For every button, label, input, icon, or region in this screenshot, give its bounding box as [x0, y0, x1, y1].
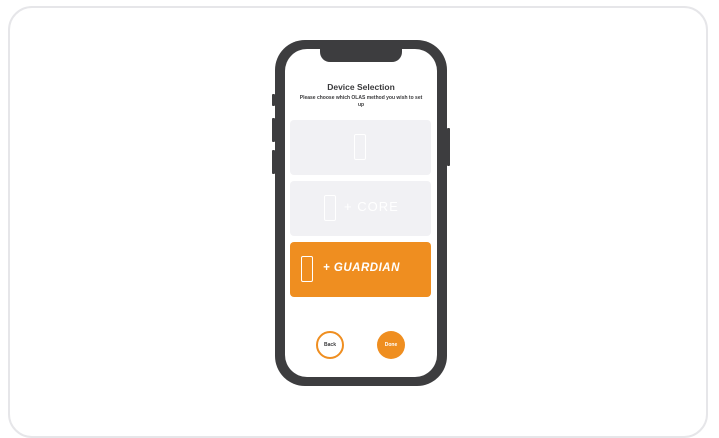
option-label: + GUARDIAN [323, 262, 400, 274]
power-button [447, 128, 450, 166]
option-label: + CORE [344, 199, 399, 214]
mute-switch [272, 94, 275, 106]
volume-up-button [272, 118, 275, 142]
phone-screen: Device Selection Please choose which OLA… [285, 49, 437, 377]
phone-outline-icon [324, 195, 336, 221]
phone-outline-icon [354, 134, 366, 160]
page-subtitle: Please choose which OLAS method you wish… [299, 95, 423, 108]
phone-outline-icon [301, 256, 313, 282]
back-button[interactable]: Back [316, 331, 344, 359]
phone-mockup: Device Selection Please choose which OLA… [272, 40, 450, 386]
page-title: Device Selection [327, 82, 395, 92]
option-phone-guardian[interactable]: + GUARDIAN [290, 242, 431, 297]
phone-notch [320, 49, 402, 62]
option-phone-core[interactable]: + CORE [290, 181, 431, 236]
done-button[interactable]: Done [377, 331, 405, 359]
option-phone-only[interactable] [290, 120, 431, 175]
volume-down-button [272, 150, 275, 174]
